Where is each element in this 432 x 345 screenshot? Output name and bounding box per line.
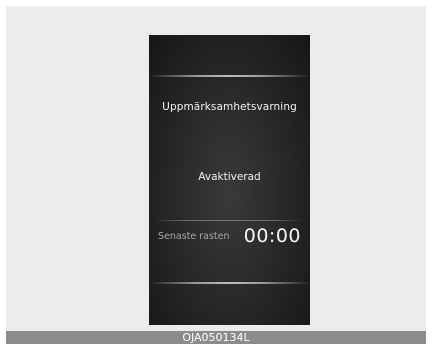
figure-code-caption: OJA050134L bbox=[6, 331, 426, 344]
attention-warning-title: Uppmärksamhetsvarning bbox=[162, 101, 297, 113]
cluster-display: Uppmärksamhetsvarning Avaktiverad Senast… bbox=[149, 35, 310, 325]
middle-divider bbox=[155, 220, 304, 221]
bottom-divider bbox=[149, 282, 310, 284]
figure-frame: Uppmärksamhetsvarning Avaktiverad Senast… bbox=[6, 6, 426, 331]
last-break-label: Senaste rasten bbox=[158, 231, 230, 242]
last-break-time: 00:00 bbox=[243, 225, 301, 247]
status-text: Avaktiverad bbox=[198, 171, 261, 183]
top-divider bbox=[149, 75, 310, 77]
